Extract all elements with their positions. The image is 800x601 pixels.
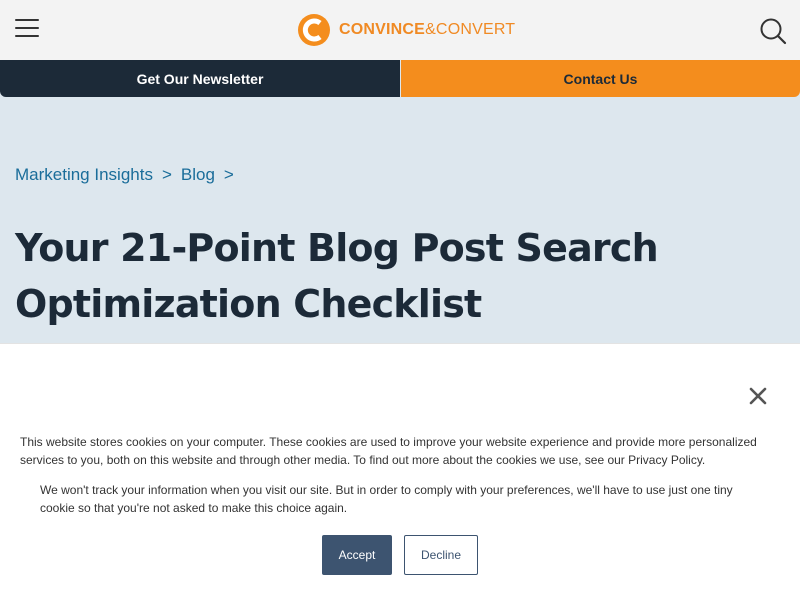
close-icon[interactable] (748, 386, 768, 406)
contact-us-button[interactable]: Contact Us (401, 60, 800, 97)
cookie-banner: This website stores cookies on your comp… (0, 343, 800, 601)
cookie-tracking-text: We won't track your information when you… (40, 483, 733, 515)
cookie-notice-text: This website stores cookies on your comp… (20, 435, 757, 467)
breadcrumb-blog[interactable]: Blog (181, 165, 215, 185)
logo-text: CONVINCE&CONVERT (339, 21, 516, 38)
page-title: Your 21-Point Blog Post Search Optimizat… (15, 226, 659, 326)
cta-bar: Get Our Newsletter Contact Us (0, 60, 800, 97)
breadcrumb-separator: > (223, 165, 234, 184)
site-header: CONVINCE&CONVERT (0, 0, 800, 60)
accept-button[interactable]: Accept (322, 535, 392, 575)
newsletter-button[interactable]: Get Our Newsletter (0, 60, 400, 97)
hamburger-icon[interactable] (15, 19, 39, 39)
breadcrumb-separator: > (161, 165, 172, 184)
logo-mark-icon (298, 14, 330, 46)
site-logo[interactable]: CONVINCE&CONVERT (297, 10, 515, 50)
breadcrumb: Marketing Insights > Blog > (15, 165, 243, 185)
search-icon[interactable] (759, 17, 787, 45)
decline-button[interactable]: Decline (404, 535, 478, 575)
breadcrumb-marketing-insights[interactable]: Marketing Insights (15, 165, 153, 185)
